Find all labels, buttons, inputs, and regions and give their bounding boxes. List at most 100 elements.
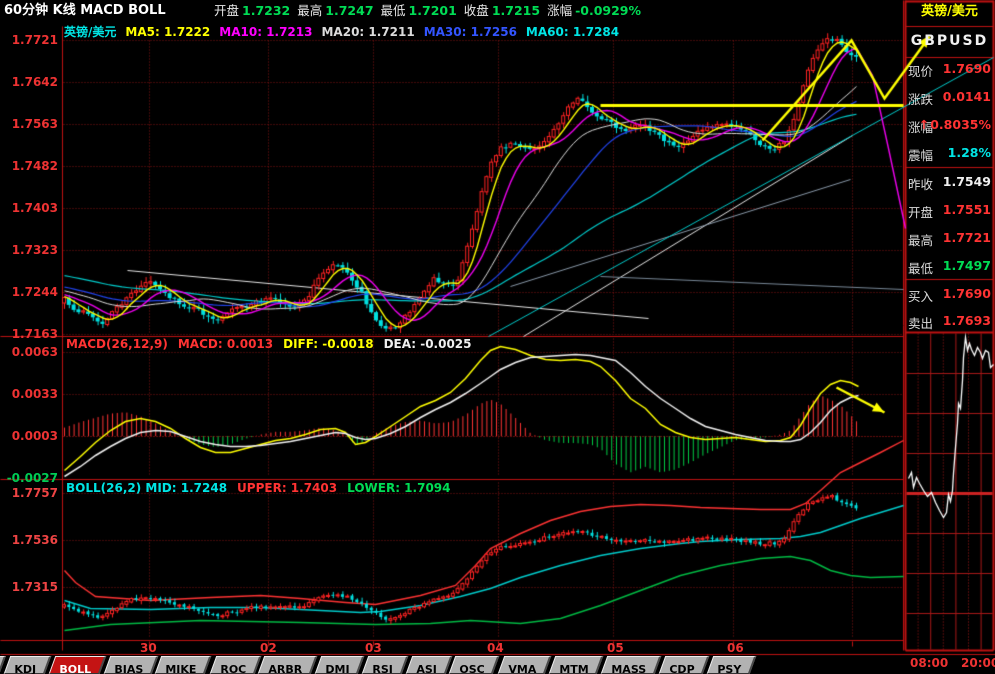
- axis-tick-label: 1.7244: [11, 285, 58, 299]
- date-tick-label: 03: [365, 641, 382, 655]
- ma-symbol-label: 英镑/美元: [64, 25, 117, 39]
- axis-tick-label: 1.7163: [11, 327, 58, 341]
- tab-label: ROC: [219, 663, 246, 674]
- ohlc-stats-bar: 开盘 1.7232 最高 1.7247 最低 1.7201 收盘 1.7215 涨幅 -0.092…: [207, 3, 642, 18]
- tab-dmi[interactable]: DMI: [314, 656, 365, 674]
- tab-vma[interactable]: VMA: [497, 656, 552, 674]
- quote-panel-symbol-cn: 英镑/美元: [921, 4, 978, 19]
- stat-value: 1.7201: [408, 3, 457, 18]
- quote-row-number: 1.7690: [942, 286, 991, 301]
- quote-row-value: 1.7690: [943, 286, 991, 301]
- tab-asi[interactable]: ASI: [405, 656, 452, 674]
- indicator-header-item: DEA: -0.0025: [383, 337, 472, 351]
- quote-row-value: 1.7551: [943, 202, 991, 217]
- trading-app-window: 60分钟 K线 MACD BOLL 开盘 1.7232 最高 1.7247 最低 1.72…: [0, 0, 995, 674]
- indicator-tab-bar: KDJ BOLL BIAS MIKE ROC ARBR DMI RSI ASI OSC VMA MTM…: [0, 656, 757, 674]
- quote-row-number: 1.7551: [942, 202, 991, 217]
- indicator-header-item: MACD: 0.0013: [177, 337, 274, 351]
- quote-row-label: 卖出: [908, 316, 934, 331]
- tab-psy[interactable]: PSY: [707, 656, 757, 674]
- tab-label: ASI: [416, 663, 437, 674]
- ma-legend-item: MA20: 1.7211: [321, 25, 415, 39]
- quote-row-label: 最高: [908, 233, 934, 248]
- quote-panel-symbol-code: GBPUSD: [910, 33, 989, 49]
- up-arrow-icon: ↑: [918, 117, 930, 132]
- stat-label: 最低: [380, 3, 406, 18]
- quote-row-value: 1.7721: [943, 230, 991, 245]
- axis-tick-label: 1.7563: [11, 117, 58, 131]
- axis-tick-label: -0.0027: [6, 471, 58, 485]
- stat-value: 1.7232: [242, 3, 291, 18]
- tab-label: VMA: [508, 663, 537, 674]
- tab-label: OSC: [459, 663, 486, 674]
- stat-label: 涨幅: [547, 3, 573, 18]
- macd-indicator-header: MACD(26,12,9) MACD: 0.0013 DIFF: -0.0018 DE…: [66, 338, 482, 350]
- time-tick-label: 20:00: [961, 656, 995, 670]
- tab-label: CDP: [669, 663, 695, 674]
- stat-value: -0.0929%: [575, 3, 642, 18]
- tab-kdj[interactable]: KDJ: [3, 656, 52, 674]
- axis-tick-label: 1.7482: [11, 159, 58, 173]
- axis-tick-label: 1.7642: [11, 75, 58, 89]
- ma-legend-bar: 英镑/美元 MA5: 1.7222 MA10: 1.7213 MA20: 1.7211…: [64, 26, 628, 38]
- quote-row-number: 1.7690: [942, 61, 991, 76]
- tab-arbr[interactable]: ARBR: [258, 656, 318, 674]
- quote-row-value: 1.7549: [943, 174, 991, 189]
- tab-boll[interactable]: BOLL: [48, 656, 106, 674]
- quote-row-value: 0.0141: [943, 89, 991, 104]
- tab-rsi[interactable]: RSI: [362, 656, 409, 674]
- tab-mass[interactable]: MASS: [600, 656, 662, 674]
- tab-label: DMI: [325, 663, 350, 674]
- tab-cdp[interactable]: CDP: [658, 656, 710, 674]
- quote-row-value: 1.28%: [948, 145, 991, 160]
- quote-row-value: 1.7497: [943, 258, 991, 273]
- quote-row-number: 1.7721: [942, 230, 991, 245]
- tab-label: MASS: [611, 663, 647, 674]
- time-tick-label: 08:00: [910, 656, 949, 670]
- indicator-header-item: MACD(26,12,9): [66, 337, 168, 351]
- stat-value: 1.7247: [325, 3, 374, 18]
- quote-row-label: 震幅: [908, 148, 934, 163]
- tab-osc[interactable]: OSC: [449, 656, 501, 674]
- ma-legend-item: MA30: 1.7256: [423, 25, 517, 39]
- axis-tick-label: 1.7757: [11, 486, 58, 500]
- axis-tick-label: 1.7315: [11, 580, 58, 594]
- quote-row-number: 1.28%: [947, 145, 991, 160]
- quote-row-value: 1.7693: [943, 313, 991, 328]
- indicator-header-item: UPPER: 1.7403: [237, 481, 338, 495]
- tab-mike[interactable]: MIKE: [155, 656, 212, 674]
- quote-row-label: 开盘: [908, 205, 934, 220]
- indicator-header-item: LOWER: 1.7094: [347, 481, 451, 495]
- ma-legend-item: MA5: 1.7222: [125, 25, 211, 39]
- indicator-header-item: DIFF: -0.0018: [283, 337, 374, 351]
- axis-tick-label: 0.0063: [11, 345, 58, 359]
- quote-row-label: 涨跌: [908, 92, 934, 107]
- tab-label: MTM: [559, 663, 589, 674]
- tab-label: PSY: [717, 663, 742, 674]
- date-tick-label: 30: [140, 641, 157, 655]
- axis-tick-label: 1.7403: [11, 201, 58, 215]
- ma-legend-item: MA10: 1.7213: [219, 25, 313, 39]
- boll-indicator-header: BOLL(26,2) MID: 1.7248 UPPER: 1.7403 LOWER…: [66, 482, 461, 494]
- quote-row-value: ↑0.8035%: [919, 117, 991, 132]
- stat-label: 收盘: [463, 3, 489, 18]
- tab-roc[interactable]: ROC: [209, 656, 261, 674]
- chart-mode-title: 60分钟 K线 MACD BOLL: [4, 3, 166, 18]
- axis-tick-label: 1.7536: [11, 533, 58, 547]
- tab-label: BIAS: [113, 663, 143, 674]
- quote-row-number: 0.0141: [942, 89, 991, 104]
- date-tick-label: 06: [727, 641, 744, 655]
- stat-label: 开盘: [214, 3, 240, 18]
- tab-bias[interactable]: BIAS: [103, 656, 158, 674]
- quote-row-number: 1.7497: [942, 258, 991, 273]
- tab-label: KDJ: [14, 663, 37, 674]
- quote-row-number: 1.7549: [942, 174, 991, 189]
- quote-row-number: 1.7693: [942, 313, 991, 328]
- tab-mtm[interactable]: MTM: [548, 656, 604, 674]
- axis-tick-label: 0.0003: [11, 429, 58, 443]
- tab-label: BOLL: [59, 663, 91, 674]
- date-tick-label: 05: [607, 641, 624, 655]
- axis-tick-label: 0.0033: [11, 387, 58, 401]
- quote-row-value: 1.7690: [943, 61, 991, 76]
- date-tick-label: 04: [487, 641, 504, 655]
